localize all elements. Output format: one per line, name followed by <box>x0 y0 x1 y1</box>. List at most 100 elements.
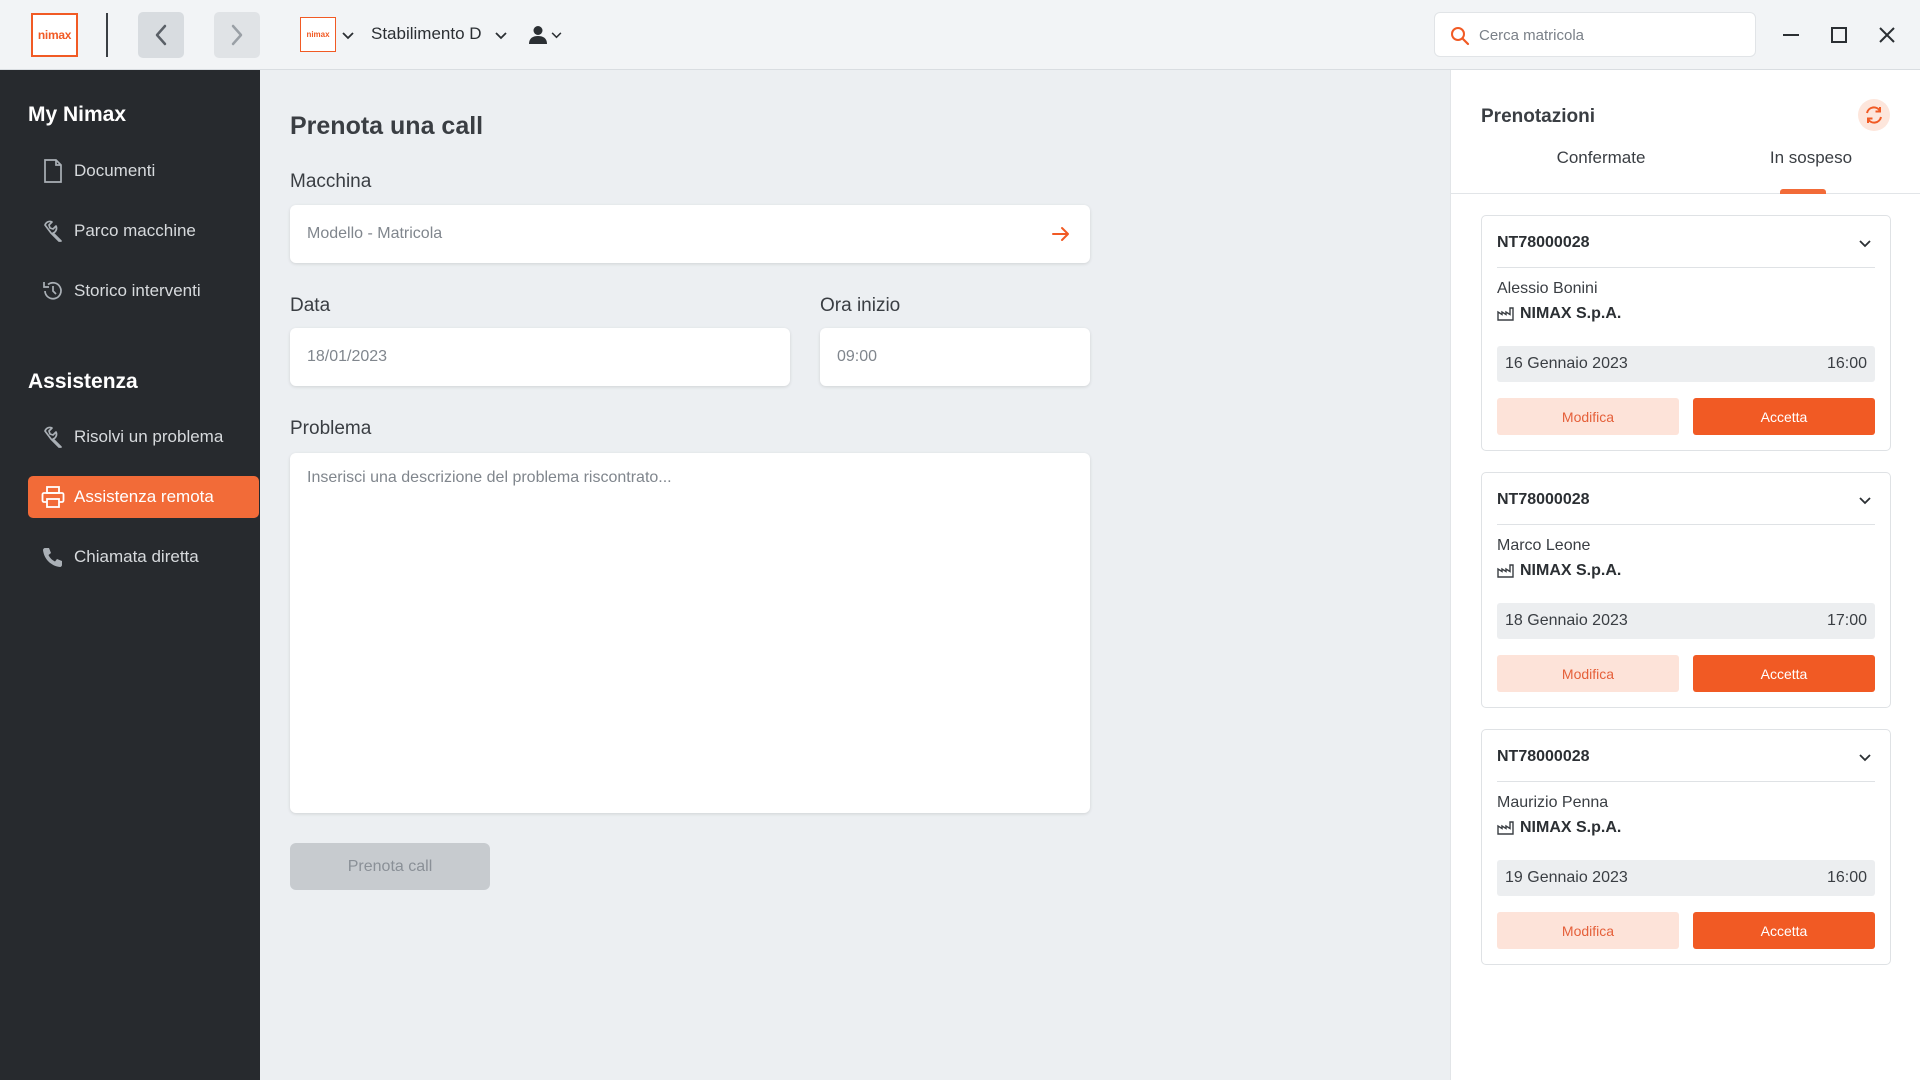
technician-name: Marco Leone <box>1497 537 1591 554</box>
date-field[interactable] <box>290 328 790 386</box>
factory-icon <box>1497 564 1514 578</box>
chevron-down-icon[interactable] <box>342 32 354 40</box>
forward-button[interactable] <box>214 12 260 58</box>
sidebar-section-title: My Nimax <box>28 103 127 126</box>
printer-icon <box>32 476 74 518</box>
machine-code: NT78000028 <box>1497 234 1590 251</box>
sidebar-item-risolvi-problema[interactable]: Risolvi un problema <box>28 416 259 458</box>
problem-textarea[interactable] <box>307 469 1072 794</box>
booking-card: NT78000028 Marco Leone NIMAX S.p.A. 18 G… <box>1481 472 1891 708</box>
chevron-down-icon[interactable] <box>1855 236 1875 252</box>
sidebar-item-chiamata-diretta[interactable]: Chiamata diretta <box>28 536 259 578</box>
machine-code: NT78000028 <box>1497 748 1590 765</box>
bookings-title: Prenotazioni <box>1481 106 1596 127</box>
time-label: Ora inizio <box>820 295 901 316</box>
company-name: NIMAX S.p.A. <box>1497 819 1621 837</box>
edit-button[interactable]: Modifica <box>1497 398 1679 435</box>
chevron-left-icon <box>155 24 167 46</box>
booking-card-header[interactable]: NT78000028 <box>1497 491 1875 525</box>
maximize-icon <box>1831 27 1847 43</box>
divider <box>106 13 108 57</box>
booking-datetime: 16 Gennaio 2023 16:00 <box>1497 346 1875 382</box>
wrench-icon <box>32 210 74 252</box>
wrench-icon <box>32 416 74 458</box>
sidebar-item-label: Chiamata diretta <box>74 547 199 566</box>
technician-name: Alessio Bonini <box>1497 280 1598 297</box>
company-label: NIMAX S.p.A. <box>1520 305 1622 322</box>
refresh-icon <box>1866 106 1882 124</box>
booking-time: 17:00 <box>1826 612 1867 629</box>
accept-button[interactable]: Accetta <box>1693 912 1875 949</box>
sidebar-item-label: Parco macchine <box>74 221 196 240</box>
page-title: Prenota una call <box>290 112 484 140</box>
company-name: NIMAX S.p.A. <box>1497 305 1621 323</box>
edit-button[interactable]: Modifica <box>1497 912 1679 949</box>
factory-icon <box>1497 307 1514 321</box>
machine-label: Macchina <box>290 171 372 192</box>
bookings-tabs: Confermate In sospeso <box>1451 148 1920 194</box>
sidebar-item-parco-macchine[interactable]: Parco macchine <box>28 210 259 252</box>
booking-datetime: 18 Gennaio 2023 17:00 <box>1497 603 1875 639</box>
factory-icon <box>1497 821 1514 835</box>
sidebar-item-assistenza-remota[interactable]: Assistenza remota <box>28 476 259 518</box>
plant-selector[interactable]: Stabilimento D <box>371 24 482 44</box>
search-input[interactable] <box>1479 21 1744 49</box>
history-icon <box>32 270 74 312</box>
booking-card: NT78000028 Alessio Bonini NIMAX S.p.A. 1… <box>1481 215 1891 451</box>
user-icon <box>529 26 547 44</box>
back-button[interactable] <box>138 12 184 58</box>
bookings-panel: Prenotazioni Confermate In sospeso NT780… <box>1450 70 1920 1080</box>
search-icon <box>1451 27 1470 46</box>
user-menu[interactable] <box>528 22 562 48</box>
chevron-down-icon[interactable] <box>1855 750 1875 766</box>
date-label: Data <box>290 295 331 316</box>
problem-label: Problema <box>290 418 372 439</box>
problem-field[interactable] <box>290 453 1090 813</box>
booking-card-header[interactable]: NT78000028 <box>1497 748 1875 782</box>
machine-field[interactable] <box>290 205 1090 263</box>
sidebar-item-label: Assistenza remota <box>74 487 214 506</box>
arrow-right-icon[interactable] <box>1052 226 1070 242</box>
maximize-button[interactable] <box>1821 17 1857 53</box>
booking-time: 16:00 <box>1826 869 1867 886</box>
chevron-down-icon[interactable] <box>1855 493 1875 509</box>
booking-card-header[interactable]: NT78000028 <box>1497 234 1875 268</box>
app-logo: nimax <box>31 13 78 57</box>
machine-input[interactable] <box>307 220 1027 248</box>
sidebar-item-label: Storico interventi <box>74 281 201 300</box>
time-input[interactable] <box>837 343 1067 371</box>
date-input[interactable] <box>307 343 767 371</box>
top-bar: nimax nimax Stabilimento D <box>0 0 1920 70</box>
booking-date: 16 Gennaio 2023 <box>1505 355 1628 372</box>
chevron-right-icon <box>231 24 243 46</box>
sidebar-item-documenti[interactable]: Documenti <box>28 150 259 192</box>
booking-time: 16:00 <box>1826 355 1867 372</box>
refresh-button[interactable] <box>1858 99 1890 131</box>
sidebar-section-title: Assistenza <box>28 370 138 393</box>
machine-code: NT78000028 <box>1497 491 1590 508</box>
booking-card: NT78000028 Maurizio Penna NIMAX S.p.A. 1… <box>1481 729 1891 965</box>
search-box[interactable] <box>1434 12 1756 57</box>
minimize-icon <box>1783 34 1799 36</box>
chevron-down-icon[interactable] <box>495 32 507 40</box>
active-tab-indicator <box>1780 189 1826 194</box>
close-icon <box>1879 27 1895 43</box>
phone-icon <box>32 536 74 578</box>
accept-button[interactable]: Accetta <box>1693 398 1875 435</box>
minimize-button[interactable] <box>1773 17 1809 53</box>
booking-date: 18 Gennaio 2023 <box>1505 612 1628 629</box>
company-label: NIMAX S.p.A. <box>1520 819 1622 836</box>
close-button[interactable] <box>1869 17 1905 53</box>
tab-confermate[interactable]: Confermate <box>1511 148 1691 194</box>
book-call-button[interactable]: Prenota call <box>290 843 490 890</box>
accept-button[interactable]: Accetta <box>1693 655 1875 692</box>
plant-logo-button[interactable]: nimax <box>300 17 336 52</box>
tab-in-sospeso[interactable]: In sospeso <box>1731 148 1891 194</box>
time-field[interactable] <box>820 328 1090 386</box>
sidebar-item-label: Risolvi un problema <box>74 427 224 446</box>
sidebar-item-storico-interventi[interactable]: Storico interventi <box>28 270 259 312</box>
edit-button[interactable]: Modifica <box>1497 655 1679 692</box>
booking-form: Prenota una call Macchina Data Ora inizi… <box>260 70 1450 1080</box>
document-icon <box>32 150 74 192</box>
sidebar: My Nimax Documenti Parco macchine Storic… <box>0 70 260 1080</box>
